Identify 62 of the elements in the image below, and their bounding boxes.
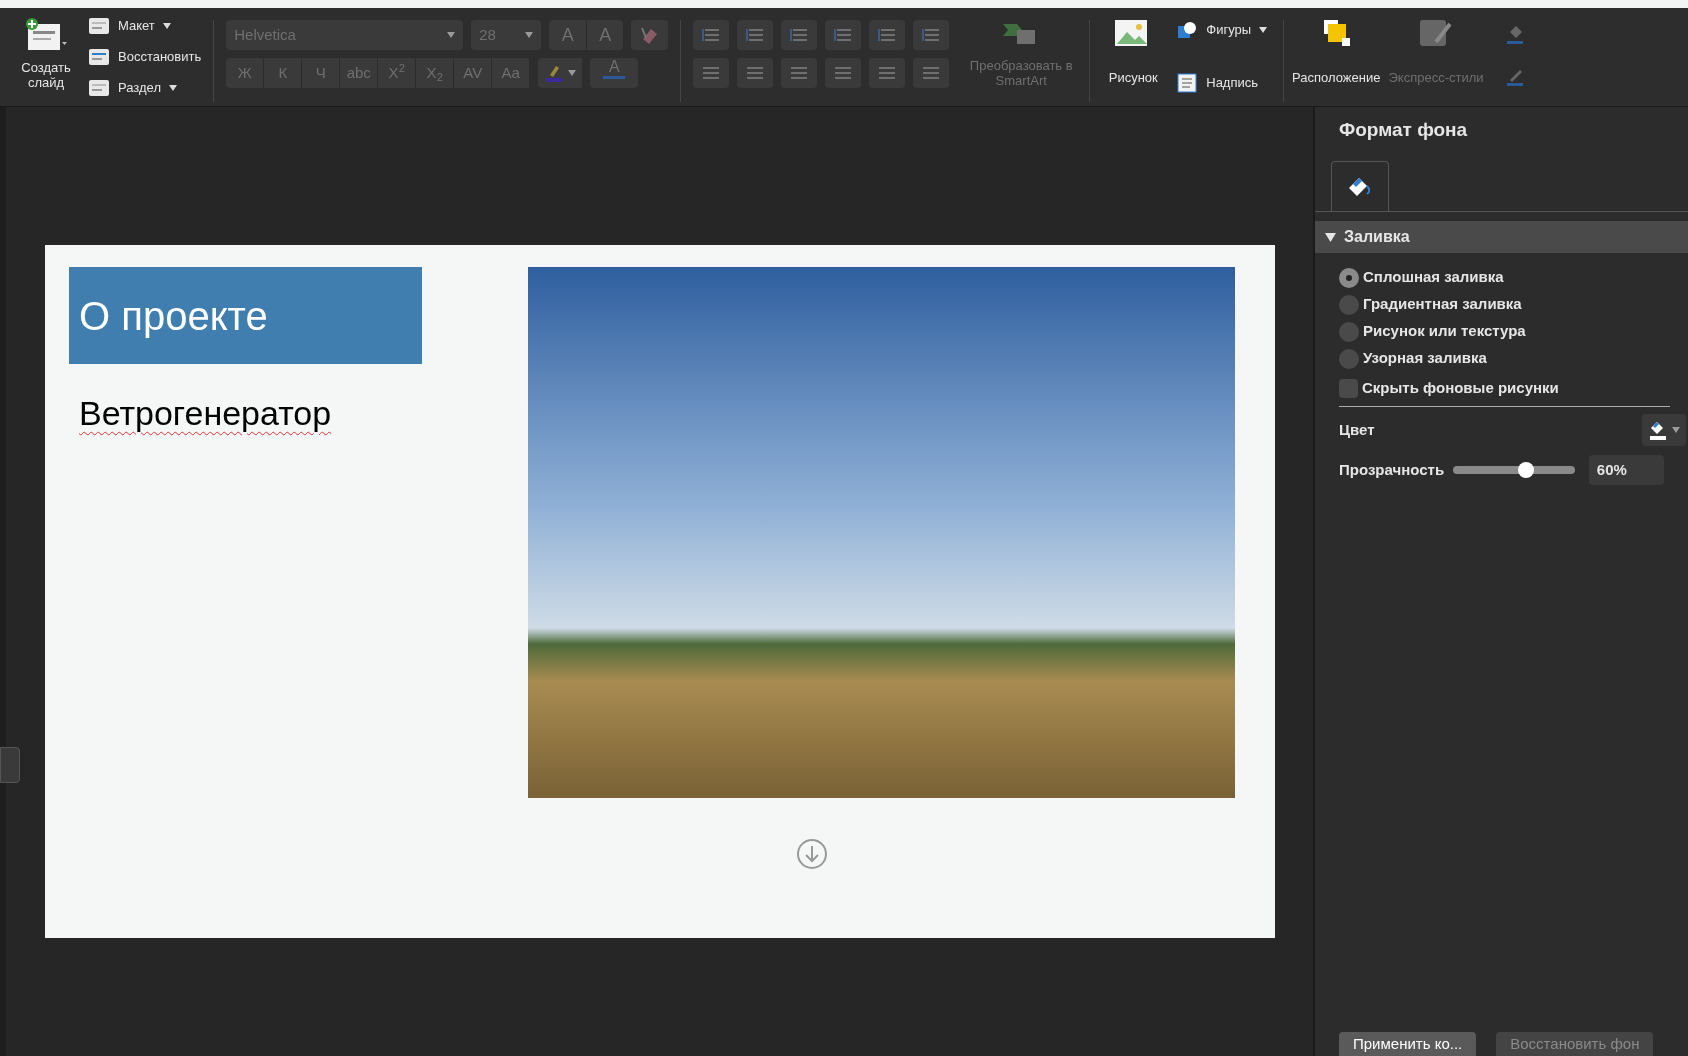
paragraph-button[interactable] — [737, 58, 774, 88]
radio-button[interactable] — [1339, 348, 1359, 369]
paragraph-button[interactable] — [825, 58, 862, 88]
paragraph-button[interactable] — [693, 20, 730, 50]
transparency-field[interactable]: 60% — [1588, 455, 1664, 485]
radio-label[interactable]: Сплошная заливка — [1363, 266, 1504, 289]
clear-formatting-button[interactable] — [631, 20, 669, 50]
textbox-button[interactable]: Надпись — [1176, 72, 1268, 94]
panel-title: Формат фона — [1338, 118, 1469, 142]
section-header[interactable]: Заливка — [1315, 221, 1688, 253]
shapes-button[interactable]: Фигуры — [1176, 20, 1268, 40]
transparency-label: Прозрачность — [1339, 459, 1446, 480]
caret-icon — [1672, 427, 1680, 433]
color-picker-button[interactable] — [1642, 414, 1686, 446]
caret-icon — [447, 32, 456, 38]
checkbox[interactable] — [1339, 378, 1358, 398]
slide-layout-icon — [88, 47, 110, 67]
disclosure-triangle-icon — [1325, 232, 1336, 242]
paragraph-button[interactable] — [869, 20, 906, 50]
slide-tab-handle[interactable] — [0, 747, 20, 783]
slide-command-button[interactable]: Макет — [88, 16, 202, 36]
fill-tab[interactable] — [1331, 161, 1389, 211]
arrange-button[interactable]: Расположение — [1292, 16, 1381, 106]
picture-button[interactable]: Рисунок — [1098, 16, 1169, 106]
caret-icon — [525, 32, 534, 38]
slide-layout-icon — [88, 78, 110, 98]
shapes-icon — [1176, 20, 1199, 40]
subtitle-text: Ветрогенератор — [79, 393, 333, 434]
highlight-button[interactable] — [538, 58, 583, 88]
radio-button[interactable] — [1339, 267, 1359, 288]
panel-action-button[interactable]: Применить ко... — [1339, 1032, 1477, 1056]
slide-command-button[interactable]: Раздел — [88, 78, 202, 98]
slider-thumb[interactable] — [1518, 462, 1534, 478]
paragraph-button[interactable] — [693, 58, 730, 88]
caret-icon — [168, 85, 177, 91]
new-slide-button[interactable]: Создать слайд — [12, 16, 80, 106]
highlighter-icon — [544, 63, 565, 83]
slide-command-button[interactable]: Восстановить — [88, 47, 202, 67]
caret-icon — [1259, 27, 1268, 33]
radio-label[interactable]: Градиентная заливка — [1363, 293, 1522, 316]
paragraph-button[interactable] — [913, 20, 950, 50]
textbox-icon — [1176, 72, 1199, 94]
paragraph-button[interactable] — [781, 20, 818, 50]
caret-icon — [162, 23, 171, 29]
checkbox-label[interactable]: Скрыть фоновые рисунки — [1362, 376, 1559, 400]
title-box: О проекте — [69, 267, 422, 364]
radio-label[interactable]: Узорная заливка — [1363, 347, 1487, 370]
radio-label[interactable]: Рисунок или текстура — [1363, 320, 1526, 343]
radio-button[interactable] — [1339, 294, 1359, 315]
paint-bucket-icon — [1648, 419, 1668, 441]
download-icon[interactable] — [795, 838, 828, 870]
paragraph-button[interactable] — [781, 58, 818, 88]
paragraph-button[interactable] — [913, 58, 950, 88]
slide-layout-icon — [88, 16, 110, 36]
radio-button[interactable] — [1339, 321, 1359, 342]
caret-icon — [568, 70, 577, 76]
bullets-icon — [702, 28, 721, 42]
paragraph-button[interactable] — [825, 20, 862, 50]
paragraph-button[interactable] — [869, 58, 906, 88]
paragraph-button[interactable] — [737, 20, 774, 50]
align-left-icon — [702, 66, 721, 80]
color-label: Цвет — [1339, 419, 1375, 440]
